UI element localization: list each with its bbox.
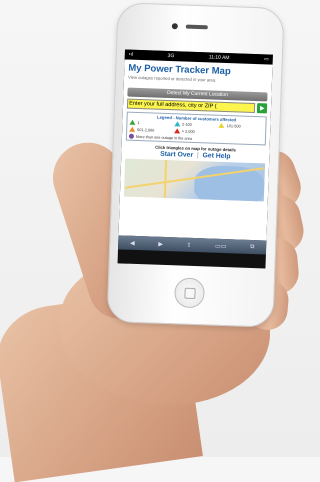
home-square-icon [184, 287, 196, 300]
bookmarks-button[interactable]: ▭▭ [215, 242, 227, 249]
legend-more-label: More than one outage in the area [135, 134, 193, 141]
signal-indicator: •ıl [128, 51, 134, 58]
legend-item: 101-500 [218, 122, 264, 130]
get-help-link[interactable]: Get Help [202, 152, 230, 160]
home-button[interactable] [174, 277, 206, 309]
play-arrow-icon [259, 105, 265, 111]
search-go-button[interactable] [256, 103, 268, 114]
green-triangle-icon [129, 119, 136, 125]
start-over-link[interactable]: Start Over [160, 151, 193, 159]
clock: 11:10 AM [208, 54, 230, 62]
legend: Legend - Number of customers affected 1 … [125, 111, 267, 146]
purple-cluster-icon [128, 133, 135, 139]
legend-label: 101-500 [226, 123, 241, 129]
tabs-button[interactable]: ⧉ [250, 243, 255, 250]
legend-label: > 2,000 [181, 129, 195, 134]
yellow-triangle-icon [218, 122, 225, 128]
legend-item: 501-2,000 [129, 126, 174, 134]
outage-map[interactable] [123, 158, 266, 202]
cyan-triangle-icon [173, 121, 181, 127]
legend-item: > 2,000 [173, 128, 219, 135]
forward-button[interactable]: ▶ [158, 240, 163, 247]
speaker-grille [185, 24, 208, 30]
phone-screen: •ıl 3G 11:10 AM ▭ My Power Tracker Map V… [117, 49, 273, 269]
battery-icon: ▭ [263, 56, 269, 63]
legend-label: 501-2,000 [137, 127, 155, 133]
back-button[interactable]: ◀ [130, 239, 135, 246]
link-separator: | [196, 152, 199, 160]
red-triangle-icon [173, 128, 180, 134]
address-search-input[interactable] [126, 98, 256, 114]
app-content: My Power Tracker Map View outages report… [118, 59, 273, 241]
legend-item: 1 [129, 119, 174, 127]
phone: •ıl 3G 11:10 AM ▭ My Power Tracker Map V… [106, 2, 285, 328]
legend-item: 2-100 [173, 121, 219, 128]
carrier-label: 3G [167, 52, 175, 60]
share-button[interactable]: ⇪ [186, 241, 191, 248]
legend-label: 1 [137, 120, 140, 125]
search-row [126, 98, 268, 114]
camera-icon [171, 23, 178, 30]
orange-triangle-icon [129, 126, 136, 132]
legend-label: 2-100 [182, 122, 192, 127]
